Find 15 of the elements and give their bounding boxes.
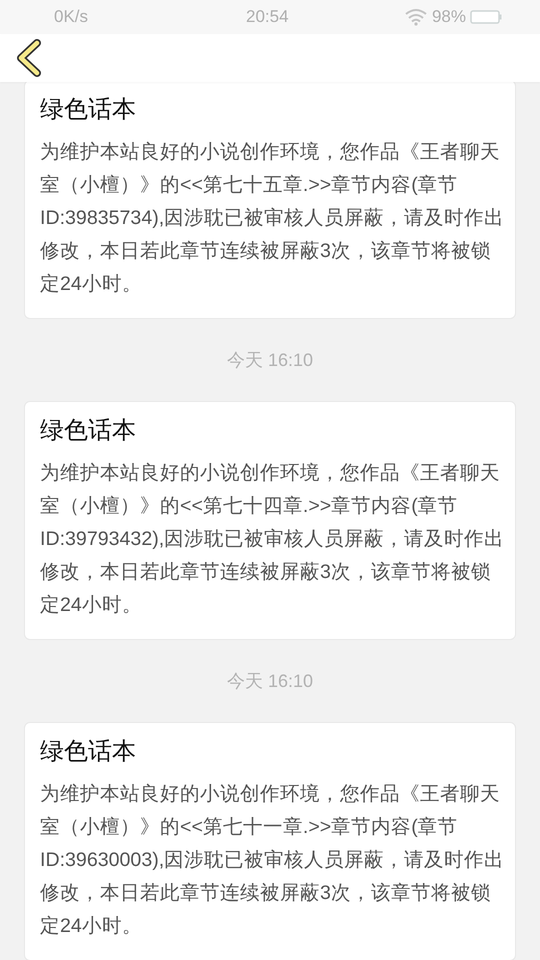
message-text: 为维护本站良好的小说创作环境，您作品《王者聊天室（小檀）》的<<第七十四章.>>章节内容(章节ID:39793432),因涉耽已被审核人员屏蔽，请及时作出修改，本日若此章节连续被屏蔽3次，该章节将被锁定24小时。	[40, 461, 505, 618]
clock-time: 20:54	[246, 6, 289, 28]
wifi-icon	[404, 8, 428, 26]
back-icon	[16, 39, 42, 77]
message-title: 绿色话本	[40, 737, 137, 767]
message-time: 今天 16:10	[226, 348, 314, 372]
back-button[interactable]	[14, 38, 44, 78]
message-title: 绿色话本	[40, 416, 137, 446]
message-title: 绿色话本	[40, 95, 137, 125]
battery-percent: 98%	[432, 6, 466, 28]
message-text: 为维护本站良好的小说创作环境，您作品《王者聊天室（小檀）》的<<第七十一章.>>章节内容(章节ID:39630003),因涉耽已被审核人员屏蔽，请及时作出修改，本日若此章节连续被屏蔽3次，该章节将被锁定24小时。	[40, 782, 505, 939]
battery-icon	[470, 10, 502, 24]
message-time: 今天 16:10	[226, 670, 314, 692]
network-speed: 0K/s	[54, 6, 88, 28]
message-text: 为维护本站良好的小说创作环境，您作品《王者聊天室（小檀）》的<<第七十五章.>>章节内容(章节ID:39835734),因涉耽已被审核人员屏蔽，请及时作出修改，本日若此章节连续被屏蔽3次，该章节将被锁定24小时。	[40, 140, 505, 297]
